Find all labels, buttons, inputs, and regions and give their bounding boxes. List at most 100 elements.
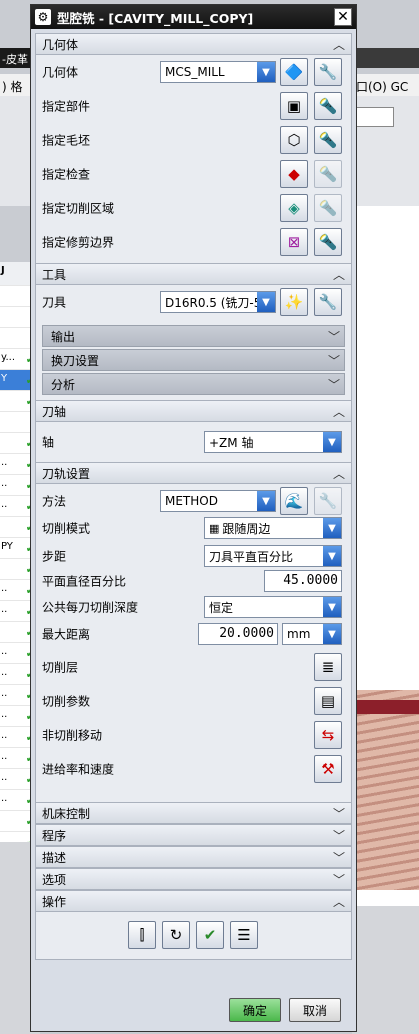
section-options[interactable]: 选项 ﹀ xyxy=(35,868,352,890)
section-geometry[interactable]: 几何体 ︿ xyxy=(35,33,352,55)
bg-search-input[interactable] xyxy=(356,107,394,127)
display-flashlight-icon[interactable]: 🔦 xyxy=(314,92,342,120)
part-icon[interactable]: ▣ xyxy=(280,92,308,120)
geometry-value: MCS_MILL xyxy=(165,65,225,79)
method-select[interactable]: METHOD ▼ xyxy=(160,490,276,512)
chevron-up-icon[interactable]: ︿ xyxy=(331,465,347,481)
list-icon[interactable]: ☰ xyxy=(230,921,258,949)
tool-select[interactable]: D16R0.5 (铣刀-5 ▼ xyxy=(160,291,276,313)
depth-select[interactable]: 恒定 ▼ xyxy=(204,596,342,618)
chevron-down-icon[interactable]: ﹀ xyxy=(328,376,340,393)
chevron-down-icon[interactable]: ﹀ xyxy=(331,871,347,887)
chevron-up-icon[interactable]: ︿ xyxy=(331,36,347,52)
chevron-down-icon[interactable]: ▼ xyxy=(257,62,275,82)
navigator-row-text: .. xyxy=(1,730,8,741)
subsection-tool-change[interactable]: 换刀设置 ﹀ xyxy=(42,349,345,371)
chevron-down-icon[interactable]: ▼ xyxy=(323,546,341,566)
section-tool[interactable]: 工具 ︿ xyxy=(35,263,352,285)
cut-params-icon[interactable]: ▤ xyxy=(314,687,342,715)
unit-select[interactable]: mm ▼ xyxy=(282,623,342,645)
chevron-down-icon[interactable]: ﹀ xyxy=(331,827,347,843)
close-icon[interactable]: ✕ xyxy=(334,8,352,26)
navigator-row-text: .. xyxy=(1,604,8,615)
tool-change-label: 换刀设置 xyxy=(51,353,100,368)
bg-window-title-right xyxy=(352,48,419,68)
new-tool-icon[interactable]: ✨ xyxy=(280,288,308,316)
chevron-up-icon[interactable]: ︿ xyxy=(331,403,347,419)
chevron-down-icon[interactable]: ▼ xyxy=(323,518,341,538)
navigator-row-text: .. xyxy=(1,457,8,468)
max-distance-input[interactable]: 20.0000 xyxy=(198,623,278,645)
edit-wrench-icon[interactable]: 🔧 xyxy=(314,58,342,86)
section-path-settings-label: 刀轨设置 xyxy=(42,466,91,481)
dialog-title: 型腔铣 - [CAVITY_MILL_COPY] xyxy=(57,10,254,26)
edit-method-icon: 🔧 xyxy=(314,487,342,515)
geometry-label: 几何体 xyxy=(42,65,79,80)
chevron-down-icon[interactable]: ▼ xyxy=(323,432,341,452)
new-geometry-icon[interactable]: 🔷 xyxy=(280,58,308,86)
stepover-select[interactable]: 刀具平直百分比 ▼ xyxy=(204,545,342,567)
chevron-down-icon[interactable]: ▼ xyxy=(257,292,275,312)
verify-icon[interactable]: ✔ xyxy=(196,921,224,949)
chevron-down-icon[interactable]: ﹀ xyxy=(331,849,347,865)
chevron-down-icon[interactable]: ﹀ xyxy=(328,328,340,345)
part-label: 指定部件 xyxy=(42,99,91,114)
subsection-analysis[interactable]: 分析 ﹀ xyxy=(42,373,345,395)
stepover-label: 步距 xyxy=(42,549,67,564)
navigator-row-text: .. xyxy=(1,772,8,783)
gear-icon[interactable]: ⚙ xyxy=(35,9,51,25)
feeds-speeds-icon[interactable]: ⚒ xyxy=(314,755,342,783)
cut-pattern-select[interactable]: ▦ 跟随周边 ▼ xyxy=(204,517,342,539)
navigator-row-text: .. xyxy=(1,646,8,657)
subsection-output[interactable]: 输出 ﹀ xyxy=(42,325,345,347)
replay-icon[interactable]: ↻ xyxy=(162,921,190,949)
description-label: 描述 xyxy=(42,850,67,865)
geometry-select[interactable]: MCS_MILL ▼ xyxy=(160,61,276,83)
section-path-settings[interactable]: 刀轨设置 ︿ xyxy=(35,462,352,484)
chevron-down-icon[interactable]: ▼ xyxy=(323,624,341,644)
options-label: 选项 xyxy=(42,872,67,887)
check-geometry-icon[interactable]: ◆ xyxy=(280,160,308,188)
chevron-down-icon[interactable]: ▼ xyxy=(323,597,341,617)
axis-select[interactable]: +ZM 轴 ▼ xyxy=(204,431,342,453)
depth-value: 恒定 xyxy=(209,600,234,615)
display-flashlight-icon[interactable]: 🔦 xyxy=(314,228,342,256)
cavity-mill-dialog: ⚙ 型腔铣 - [CAVITY_MILL_COPY] ✕ 几何体 ︿ 几何体 M… xyxy=(30,4,357,1032)
axis-value: +ZM 轴 xyxy=(209,435,254,450)
navigator-row-text: .. xyxy=(1,793,8,804)
chevron-up-icon[interactable]: ︿ xyxy=(331,893,347,909)
cut-pattern-value: 跟随周边 xyxy=(222,521,271,536)
generate-icon[interactable]: ⫿ xyxy=(128,921,156,949)
chevron-up-icon[interactable]: ︿ xyxy=(331,266,347,282)
chevron-down-icon[interactable]: ﹀ xyxy=(328,352,340,369)
trim-boundary-icon[interactable]: ⊠ xyxy=(280,228,308,256)
section-tool-axis[interactable]: 刀轴 ︿ xyxy=(35,400,352,422)
cut-levels-icon[interactable]: ≣ xyxy=(314,653,342,681)
dialog-titlebar[interactable]: ⚙ 型腔铣 - [CAVITY_MILL_COPY] ✕ xyxy=(31,5,356,29)
bg-menubar-right: 口(O) GC xyxy=(352,74,419,96)
tool-axis-body: 轴 +ZM 轴 ▼ xyxy=(35,422,352,462)
navigator-row-text: y... xyxy=(1,352,16,363)
edit-tool-icon[interactable]: 🔧 xyxy=(314,288,342,316)
navigator-row-text: PY xyxy=(1,541,13,552)
chevron-down-icon[interactable]: ﹀ xyxy=(331,805,347,821)
non-cutting-moves-icon[interactable]: ⇆ xyxy=(314,721,342,749)
cancel-button[interactable]: 取消 xyxy=(289,998,341,1022)
section-machine-control[interactable]: 机床控制 ﹀ xyxy=(35,802,352,824)
display-flashlight-icon[interactable]: 🔦 xyxy=(314,126,342,154)
section-program[interactable]: 程序 ﹀ xyxy=(35,824,352,846)
ok-button[interactable]: 确定 xyxy=(229,998,281,1022)
blank-icon[interactable]: ⬡ xyxy=(280,126,308,154)
chevron-down-icon[interactable]: ▼ xyxy=(257,491,275,511)
geometry-body: 几何体 MCS_MILL ▼ 🔷 🔧 指定部件 ▣ 🔦 指定毛坯 ⬡ 🔦 指定检… xyxy=(35,55,352,263)
section-description[interactable]: 描述 ﹀ xyxy=(35,846,352,868)
new-method-icon[interactable]: 🌊 xyxy=(280,487,308,515)
section-actions[interactable]: 操作 ︿ xyxy=(35,890,352,912)
percent-input[interactable]: 45.0000 xyxy=(264,570,342,592)
model-geometry xyxy=(352,690,419,890)
navigator-row-text: Y xyxy=(1,373,8,384)
cut-area-icon[interactable]: ◈ xyxy=(280,194,308,222)
tool-label: 刀具 xyxy=(42,295,67,310)
stepover-value: 刀具平直百分比 xyxy=(209,549,294,564)
analysis-label: 分析 xyxy=(51,377,76,392)
